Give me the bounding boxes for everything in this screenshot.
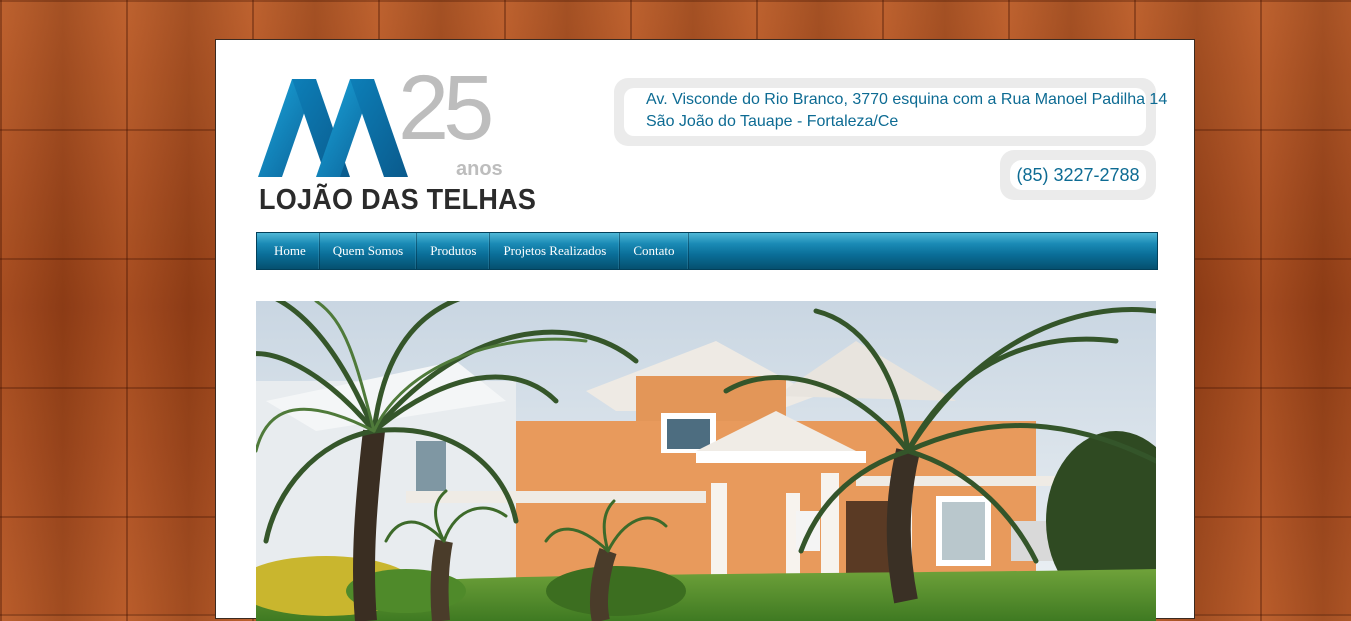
main-navigation: Home Quem Somos Produtos Projetos Realiz… (256, 232, 1158, 270)
phone-box: (85) 3227-2788 (1000, 150, 1156, 200)
logo-anniversary-number: 25 (398, 57, 494, 159)
logo-anos-label: anos (456, 158, 503, 180)
hero-banner (256, 301, 1156, 621)
nav-item-contato[interactable]: Contato (620, 233, 689, 269)
page-container: 25 anos LOJÃO DAS TELHAS Av. Visconde do… (215, 39, 1195, 621)
logo-brand-name: LOJÃO DAS TELHAS (259, 184, 537, 216)
address-line-1: Av. Visconde do Rio Branco, 3770 esquina… (646, 91, 1168, 108)
address-box: Av. Visconde do Rio Branco, 3770 esquina… (614, 78, 1167, 146)
site-logo[interactable]: 25 anos LOJÃO DAS TELHAS (258, 62, 536, 216)
address-line-2: São João do Tauape - Fortaleza/Ce (646, 113, 899, 130)
nav-item-produtos[interactable]: Produtos (417, 233, 491, 269)
address-inner: Av. Visconde do Rio Branco, 3770 esquina… (624, 88, 1167, 136)
house-photo-icon (256, 301, 1156, 621)
nav-item-quem-somos[interactable]: Quem Somos (320, 233, 418, 269)
nav-item-projetos-realizados[interactable]: Projetos Realizados (490, 233, 621, 269)
nav-item-home[interactable]: Home (257, 233, 320, 269)
phone-number: (85) 3227-2788 (1010, 160, 1146, 190)
